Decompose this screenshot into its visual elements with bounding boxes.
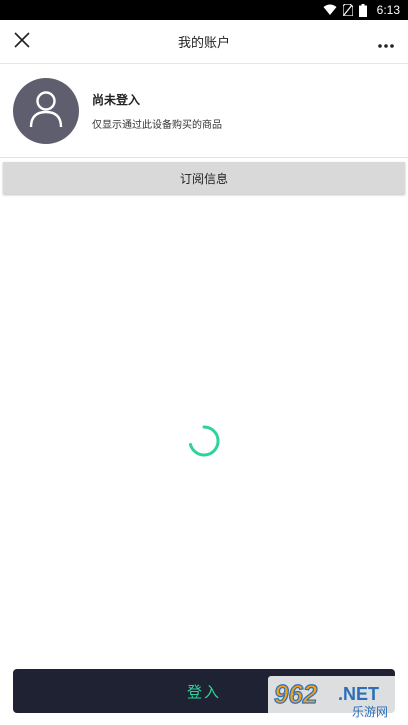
status-time: 6:13 bbox=[376, 3, 400, 17]
page-title: 我的账户 bbox=[177, 36, 230, 51]
watermark-logo: 962 .NET 乐游网 bbox=[268, 676, 404, 720]
wifi-icon bbox=[323, 4, 337, 16]
user-icon bbox=[29, 90, 63, 132]
profile-section: 尚未登入 仅显示通过此设备购买的商品 bbox=[0, 64, 408, 158]
avatar bbox=[13, 77, 79, 144]
subscription-info-button[interactable]: 订阅信息 bbox=[3, 162, 405, 194]
more-icon bbox=[378, 33, 394, 52]
watermark-brand: 962 bbox=[274, 679, 318, 709]
login-label: 登入 bbox=[186, 682, 221, 701]
loading-spinner-icon bbox=[186, 423, 222, 459]
profile-text: 尚未登入 仅显示通过此设备购买的商品 bbox=[92, 91, 222, 131]
account-screen: 6:13 我的账户 尚未登入 仅显示通过此设备购买的商品 订阅信息 登入 962… bbox=[0, 0, 408, 725]
more-options-button[interactable] bbox=[372, 28, 400, 56]
watermark-subtitle: 乐游网 bbox=[352, 705, 388, 719]
close-icon bbox=[14, 32, 30, 52]
profile-description: 仅显示通过此设备购买的商品 bbox=[92, 119, 222, 131]
profile-name: 尚未登入 bbox=[92, 92, 141, 107]
status-bar: 6:13 bbox=[0, 0, 408, 20]
watermark-suffix: .NET bbox=[338, 684, 379, 704]
close-button[interactable] bbox=[8, 28, 36, 56]
no-sim-icon bbox=[342, 4, 353, 16]
subscription-info-label: 订阅信息 bbox=[179, 171, 228, 186]
header-bar: 我的账户 bbox=[0, 20, 408, 64]
battery-icon bbox=[358, 3, 367, 17]
